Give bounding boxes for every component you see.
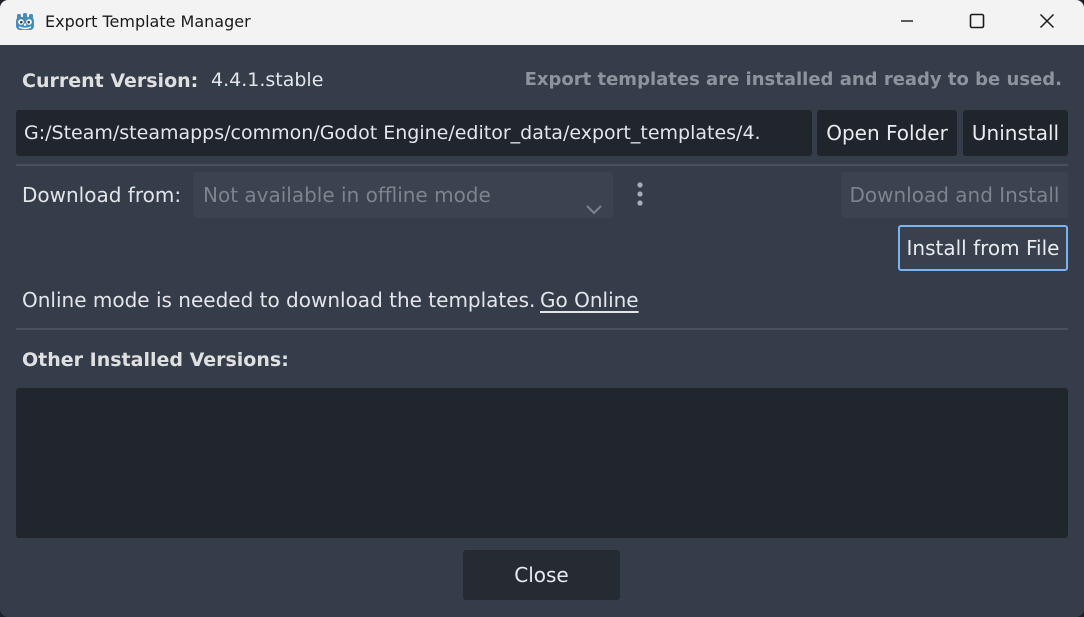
window-close-button[interactable] xyxy=(1012,0,1082,45)
other-versions-list[interactable] xyxy=(16,388,1068,538)
minimize-icon xyxy=(900,13,914,32)
download-and-install-button[interactable]: Download and Install xyxy=(841,172,1068,218)
online-mode-notice: Online mode is needed to download the te… xyxy=(22,288,536,312)
close-icon xyxy=(1039,13,1055,33)
install-from-file-button[interactable]: Install from File xyxy=(898,225,1068,271)
minimize-button[interactable] xyxy=(872,0,942,45)
uninstall-button[interactable]: Uninstall xyxy=(963,110,1068,156)
other-versions-label: Other Installed Versions: xyxy=(22,349,289,371)
go-online-link[interactable]: Go Online xyxy=(540,288,639,312)
open-folder-button[interactable]: Open Folder xyxy=(817,110,957,156)
close-button[interactable]: Close xyxy=(463,550,620,600)
separator-top xyxy=(16,164,1068,166)
mirror-select[interactable]: Not available in offline mode xyxy=(193,172,613,218)
current-version-value: 4.4.1.stable xyxy=(211,69,324,91)
mirror-select-value: Not available in offline mode xyxy=(203,183,491,207)
maximize-icon xyxy=(969,13,985,33)
title-bar[interactable]: Export Template Manager xyxy=(0,0,1084,45)
separator-middle xyxy=(16,328,1068,330)
window-title: Export Template Manager xyxy=(45,12,251,31)
maximize-button[interactable] xyxy=(942,0,1012,45)
kebab-menu-icon xyxy=(636,180,644,212)
godot-icon xyxy=(14,11,36,33)
export-template-manager-window: Export Template Manager Current Version:… xyxy=(0,0,1084,617)
current-version-label: Current Version: xyxy=(22,70,199,92)
download-from-label: Download from: xyxy=(22,183,182,207)
templates-path-field[interactable]: G:/Steam/steamapps/common/Godot Engine/e… xyxy=(16,110,812,156)
chevron-down-icon xyxy=(585,187,603,215)
install-status-text: Export templates are installed and ready… xyxy=(524,69,1062,90)
more-options-button[interactable] xyxy=(626,180,654,212)
